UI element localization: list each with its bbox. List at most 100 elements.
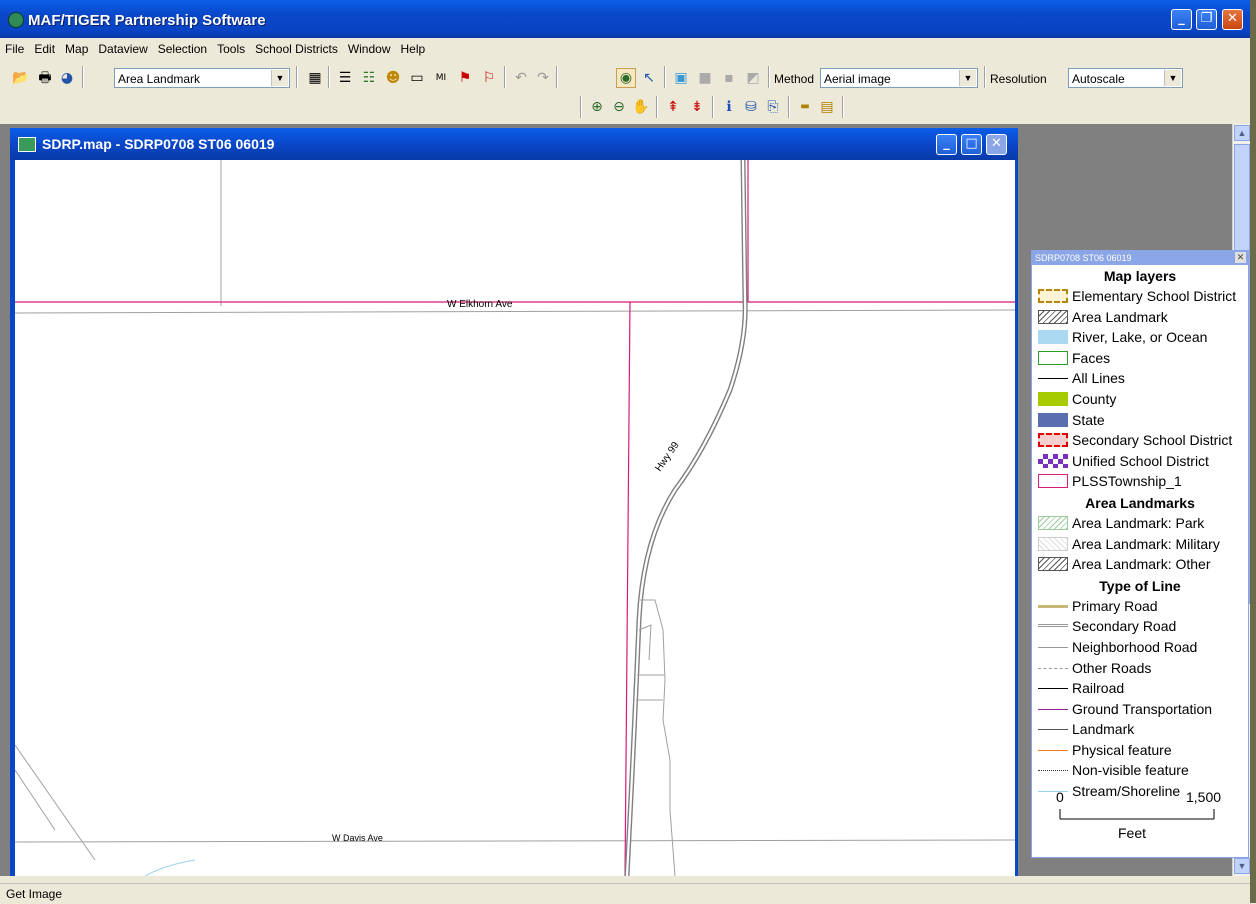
database-icon[interactable]: ⛁ (742, 98, 760, 116)
legend-item: State (1032, 410, 1248, 431)
road-line (15, 744, 96, 861)
legend-close-icon[interactable]: ✕ (1235, 252, 1246, 263)
legend-swatch-landmark (1038, 729, 1068, 731)
zoom-in-icon[interactable]: ⊕ (588, 98, 606, 116)
legend-item: Physical feature (1032, 740, 1248, 761)
print-icon[interactable]: 🖶 (36, 69, 54, 87)
redo-icon[interactable]: ↷ (534, 69, 552, 87)
road-label-elkhorn: W Elkhorn Ave (447, 299, 513, 310)
info-icon[interactable]: ℹ (720, 98, 738, 116)
legend-swatch-faces (1038, 350, 1068, 365)
pan-hand-icon[interactable]: ✋ (632, 98, 650, 116)
table-icon[interactable]: ▦ (306, 69, 324, 87)
chevron-down-icon[interactable]: ▼ (959, 70, 976, 86)
legend-swatch-secondaryroad (1038, 624, 1068, 628)
remove-point-icon[interactable]: ⇟ (688, 98, 706, 116)
measure-icon[interactable]: ▬ (796, 98, 814, 116)
stream-line (144, 859, 196, 876)
layer-style-icon[interactable]: ◕ (58, 69, 76, 87)
chevron-down-icon[interactable]: ▼ (1164, 70, 1181, 86)
image-icon[interactable]: ▣ (672, 69, 690, 87)
resolution-combo-value: Autoscale (1072, 72, 1125, 86)
flag-add-icon[interactable]: ⚑ (456, 69, 474, 87)
map-window-title-bar[interactable]: SDRP.map - SDRP0708 ST06 06019 _ □ ✕ (10, 128, 1018, 160)
label-tag-icon[interactable]: ▭ (408, 69, 426, 87)
undo-icon[interactable]: ↶ (512, 69, 530, 87)
open-folder-icon[interactable]: 📂 (12, 69, 30, 87)
legend-swatch-county (1038, 391, 1068, 406)
legend-item-label: Neighborhood Road (1072, 638, 1198, 655)
flag-remove-icon[interactable]: ⚐ (480, 69, 498, 87)
toolbar-separator (580, 96, 582, 118)
menu-dataview[interactable]: Dataview (93, 38, 152, 56)
legend-section-title: Map layers (1103, 268, 1177, 284)
list-icon[interactable]: ☷ (360, 69, 378, 87)
legend-swatch-hatch (1038, 309, 1068, 324)
method-combo-value: Aerial image (824, 72, 891, 86)
palette-icon[interactable]: ☻ (384, 69, 402, 87)
add-point-icon[interactable]: ⇞ (664, 98, 682, 116)
legend-panel[interactable]: SDRP0708 ST06 06019 ✕ Map layers Elementa… (1031, 250, 1249, 858)
units-icon[interactable]: MI (432, 69, 450, 87)
app-title-bar[interactable]: MAF/TIGER Partnership Software _ ❐ ✕ (0, 0, 1256, 38)
grid-icon[interactable]: ▤ (818, 98, 836, 116)
legend-swatch-state (1038, 412, 1068, 427)
legend-swatch-ground (1038, 708, 1068, 710)
legend-item: PLSSTownship_1 (1032, 471, 1248, 492)
select-features-icon[interactable]: ◉ (616, 68, 636, 88)
zoom-out-icon[interactable]: ⊖ (610, 98, 628, 116)
menu-map[interactable]: Map (60, 38, 93, 56)
status-text: Get Image (6, 887, 63, 901)
legend-swatch-plss (1038, 474, 1068, 489)
scroll-up-button[interactable]: ▲ (1234, 125, 1250, 141)
layer-combo[interactable]: Area Landmark ▼ (114, 68, 290, 88)
legend-item-label: State (1072, 411, 1105, 428)
status-bar: Get Image (0, 883, 1250, 904)
menu-selection[interactable]: Selection (153, 38, 212, 56)
method-label: Method (774, 72, 815, 86)
menu-edit[interactable]: Edit (29, 38, 60, 56)
map-close-button[interactable]: ✕ (986, 134, 1007, 155)
legend-item-label: Area Landmark: Park (1072, 514, 1205, 531)
export-icon[interactable]: ⎘ (764, 98, 782, 116)
map-maximize-button[interactable]: □ (961, 134, 982, 155)
menu-tools[interactable]: Tools (212, 38, 250, 56)
app-globe-icon (8, 12, 24, 28)
legend-item: All Lines (1032, 368, 1248, 389)
scale-bar-line (1059, 809, 1215, 820)
legend-item-label: Elementary School District (1072, 288, 1237, 304)
menu-school-districts[interactable]: School Districts (250, 38, 343, 56)
scale-min: 0 (1056, 789, 1064, 805)
toolbar-separator (82, 66, 84, 88)
close-button[interactable]: ✕ (1222, 9, 1243, 30)
legend-item: Area Landmark: Military (1032, 534, 1248, 555)
map-minimize-button[interactable]: _ (936, 134, 957, 155)
resolution-combo[interactable]: Autoscale ▼ (1068, 68, 1183, 88)
image-disabled-icon[interactable]: ■ (696, 69, 714, 87)
toolbar-separator (296, 66, 298, 88)
legend-item-label: Area Landmark: Other (1072, 556, 1211, 573)
legend-header[interactable]: SDRP0708 ST06 06019 ✕ (1032, 251, 1248, 265)
toolbar-separator (842, 96, 844, 118)
map-canvas[interactable]: W Elkhorn Ave Hwy 99 W Davis Ave (15, 160, 1015, 876)
minimize-button[interactable]: _ (1171, 9, 1192, 30)
menu-help[interactable]: Help (396, 38, 431, 56)
image-edit-disabled-icon[interactable]: ◩ (744, 69, 762, 87)
restore-button[interactable]: ❐ (1196, 9, 1217, 30)
legend-swatch-hatch (1038, 557, 1068, 572)
legend-item-label: Area Landmark: Military (1072, 535, 1220, 552)
scroll-down-button[interactable]: ▼ (1234, 858, 1250, 874)
highway-road (624, 160, 748, 876)
image-alt-disabled-icon[interactable]: ▪ (720, 69, 738, 87)
method-combo[interactable]: Aerial image ▼ (820, 68, 978, 88)
select-pointer-icon[interactable]: ↖ (640, 69, 658, 87)
legend-swatch-physical (1038, 749, 1068, 751)
menu-file[interactable]: File (0, 38, 29, 56)
layers-icon[interactable]: ☰ (336, 69, 354, 87)
legend-swatch-nonvisible (1038, 770, 1068, 772)
legend-swatch-secondary (1038, 433, 1068, 448)
chevron-down-icon[interactable]: ▼ (271, 70, 288, 86)
main-toolbar: 📂 🖶 ◕ Area Landmark ▼ ▦ ☰ ☷ ☻ ▭ MI ⚑ ⚐ ↶… (0, 62, 1256, 94)
menu-window[interactable]: Window (343, 38, 396, 56)
legend-item-label: Secondary School District (1072, 432, 1233, 449)
